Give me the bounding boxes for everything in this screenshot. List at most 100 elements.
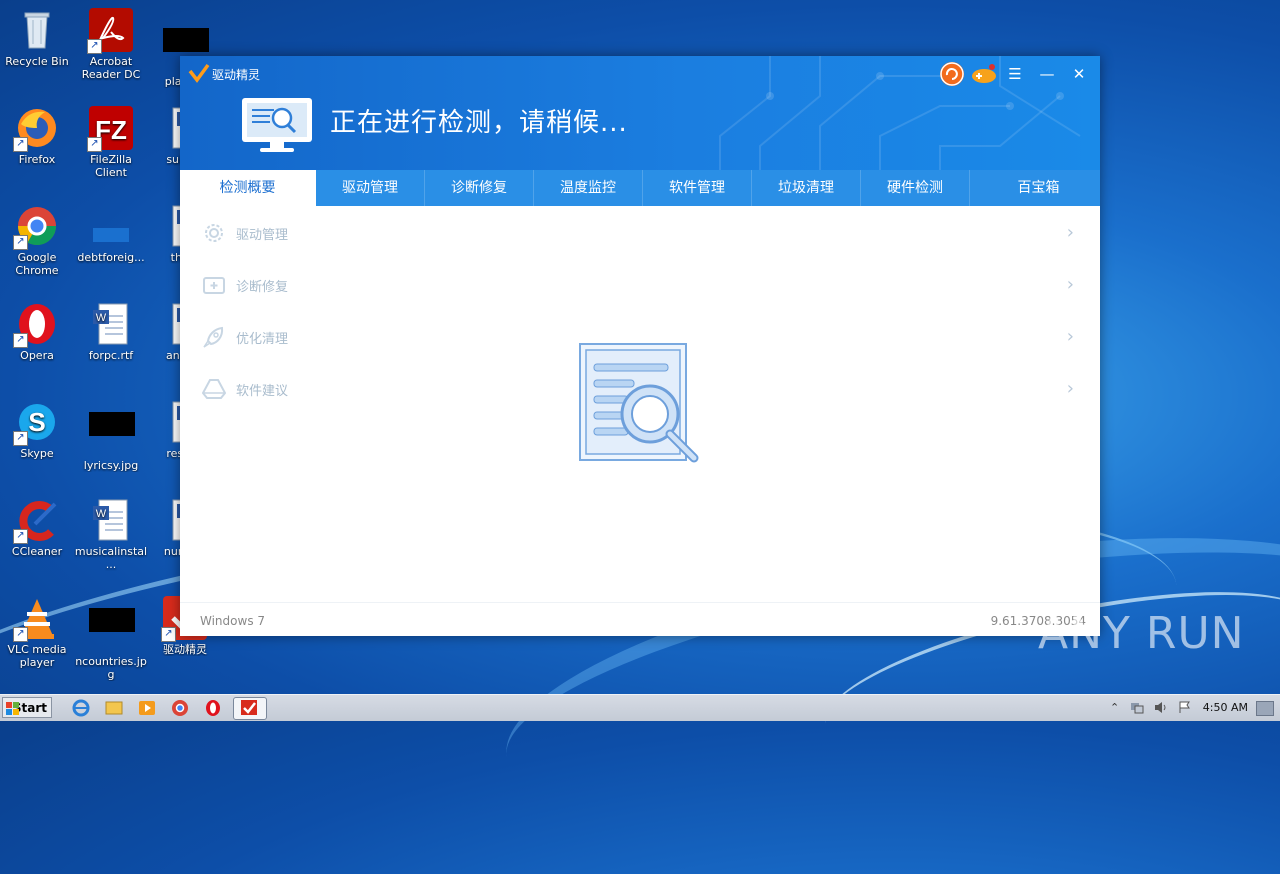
tab-diagnose-repair[interactable]: 诊断修复: [425, 170, 534, 206]
window-controls: ☰ — ✕: [940, 62, 1092, 86]
desktop-icon-label: ncountries.jpg: [75, 655, 147, 681]
desktop-icon-label: Google Chrome: [15, 251, 59, 277]
system-tray: ⌃ 4:50 AM: [1108, 695, 1280, 721]
desktop-icon-recycle-bin[interactable]: Recycle Bin: [0, 8, 74, 68]
desktop-icon-label: forpc.rtf: [88, 349, 134, 362]
action-center-flag-icon[interactable]: [1178, 701, 1190, 714]
window-header: 驱动精灵 ☰ — ✕ 正在进行检测，请稍候...: [180, 56, 1100, 170]
list-item-label: 诊断修复: [236, 280, 289, 295]
firefox-icon: ↗: [13, 106, 59, 152]
chevron-right-icon: ›: [1066, 222, 1074, 243]
chrome-icon: ↗: [13, 204, 59, 250]
desktop-icon-opera[interactable]: ↗ Opera: [0, 302, 74, 362]
list-item-label: 软件建议: [236, 384, 289, 399]
desktop-icon-jpg[interactable]: ncountries.jpg: [74, 596, 148, 681]
desktop-icon-label: Recycle Bin: [5, 55, 69, 68]
desktop-icon-chrome[interactable]: ↗ Google Chrome: [0, 204, 74, 277]
list-item-label: 优化清理: [236, 332, 289, 347]
list-item-label: 驱动管理: [236, 228, 289, 243]
desktop-icon-label: VLC media player: [7, 643, 67, 669]
desktop-icon-label: Firefox: [18, 153, 56, 166]
recycle-bin-icon: [15, 8, 59, 52]
chevron-up-icon[interactable]: ⌃: [1110, 701, 1122, 714]
close-button[interactable]: ✕: [1066, 63, 1092, 85]
taskbar-opera-icon[interactable]: [200, 697, 226, 718]
acrobat-icon: ↗: [87, 8, 133, 54]
desktop-icon-label: musicalinstal...: [74, 545, 148, 571]
tab-driver-management[interactable]: 驱动管理: [316, 170, 425, 206]
app-title: 驱动精灵: [212, 68, 261, 82]
taskbar-driver-genius-icon[interactable]: [233, 697, 267, 720]
svg-text:W: W: [96, 508, 107, 520]
show-desktop-button[interactable]: [1256, 701, 1274, 716]
tab-hardware-detection[interactable]: 硬件检测: [861, 170, 970, 206]
tab-overview[interactable]: 检测概要: [180, 170, 316, 206]
svg-text:W: W: [96, 312, 107, 324]
desktop-icon-vlc[interactable]: ↗ VLC media player: [0, 596, 74, 669]
taskbar: Start ⌃ 4:50 AM: [0, 694, 1280, 721]
taskbar-media-player-icon[interactable]: [134, 697, 160, 718]
gear-icon: [205, 224, 223, 242]
desktop-icon-label: CCleaner: [11, 545, 63, 558]
desktop-icon-file[interactable]: debtforeig...: [74, 204, 148, 264]
tab-junk-cleanup[interactable]: 垃圾清理: [752, 170, 861, 206]
image-file-icon: [89, 412, 135, 456]
desktop-icon-ccleaner[interactable]: ↗ CCleaner: [0, 498, 74, 558]
update-icon[interactable]: [940, 62, 964, 86]
desktop-icon-jpg[interactable]: lyricsy.jpg: [74, 400, 148, 472]
desktop-icon-acrobat[interactable]: ↗ Acrobat Reader DC: [74, 8, 148, 81]
taskbar-explorer-icon[interactable]: [101, 697, 127, 718]
network-icon[interactable]: [1130, 701, 1144, 714]
desktop-icon-label: Opera: [20, 349, 54, 362]
desktop-icon-label: lyricsy.jpg: [83, 459, 139, 472]
skype-icon: S ↗: [13, 400, 59, 446]
minimize-button[interactable]: —: [1034, 63, 1060, 85]
start-button[interactable]: Start: [2, 697, 52, 718]
desktop-icon-label: Skype: [20, 447, 54, 460]
volume-icon[interactable]: [1154, 701, 1166, 714]
driver-genius-window: 驱动精灵 ☰ — ✕ 正在进行检测，请稍候... 检测概要 驱动管理 诊断修复 …: [180, 56, 1100, 636]
chevron-right-icon: ›: [1066, 378, 1074, 399]
image-file-icon: [89, 608, 135, 652]
desktop-icon-doc[interactable]: W musicalinstal...: [74, 498, 148, 571]
desktop-icon-rtf[interactable]: W forpc.rtf: [74, 302, 148, 362]
desktop-icon-label: 驱动精灵: [163, 643, 207, 656]
desktop-icon-label: Acrobat Reader DC: [81, 55, 141, 81]
taskbar-ie-icon[interactable]: [68, 697, 94, 718]
anyrun-watermark: ANY RUN: [1038, 608, 1245, 659]
ccleaner-icon: ↗: [13, 498, 59, 544]
vlc-icon: ↗: [13, 596, 59, 642]
svg-text:S: S: [28, 407, 45, 437]
opera-icon: ↗: [13, 302, 59, 348]
status-footer: Windows 7 9.61.3708.3054: [180, 602, 1100, 637]
medical-kit-icon: [203, 277, 225, 294]
desktop-icon-skype[interactable]: S ↗ Skype: [0, 400, 74, 460]
desktop-icon-label: debtforeig...: [77, 251, 145, 264]
menu-button[interactable]: ☰: [1002, 63, 1028, 85]
desktop-icon-label: FileZilla Client: [90, 153, 132, 179]
rocket-icon: [203, 326, 224, 348]
windows-flag-icon: [6, 702, 19, 715]
list-item-driver-management[interactable]: 驱动管理 ›: [200, 218, 1080, 270]
main-tabs: 检测概要 驱动管理 诊断修复 温度监控 软件管理 垃圾清理 硬件检测 百宝箱: [180, 170, 1100, 206]
chevron-right-icon: ›: [1066, 274, 1074, 295]
filezilla-icon: FZ ↗: [87, 106, 133, 152]
monitor-scan-icon: [242, 98, 312, 152]
file-icon: [89, 204, 133, 248]
tab-temperature-monitor[interactable]: 温度监控: [534, 170, 643, 206]
os-version-label: Windows 7: [200, 614, 266, 628]
clock: 4:50 AM: [1202, 701, 1248, 714]
word-document-icon: W: [89, 302, 133, 346]
drive-icon: [202, 379, 226, 399]
scan-status-headline: 正在进行检测，请稍候...: [330, 108, 628, 138]
app-logo-icon: [188, 63, 210, 83]
list-item-diagnose-repair[interactable]: 诊断修复 ›: [200, 270, 1080, 322]
document-search-icon: [579, 343, 699, 463]
desktop-icon-firefox[interactable]: ↗ Firefox: [0, 106, 74, 166]
taskbar-chrome-icon[interactable]: [167, 697, 193, 718]
tab-toolbox[interactable]: 百宝箱: [970, 170, 1107, 206]
game-controller-icon[interactable]: [970, 63, 996, 85]
desktop-icon-filezilla[interactable]: FZ ↗ FileZilla Client: [74, 106, 148, 179]
word-document-icon: W: [89, 498, 133, 542]
tab-software-management[interactable]: 软件管理: [643, 170, 752, 206]
